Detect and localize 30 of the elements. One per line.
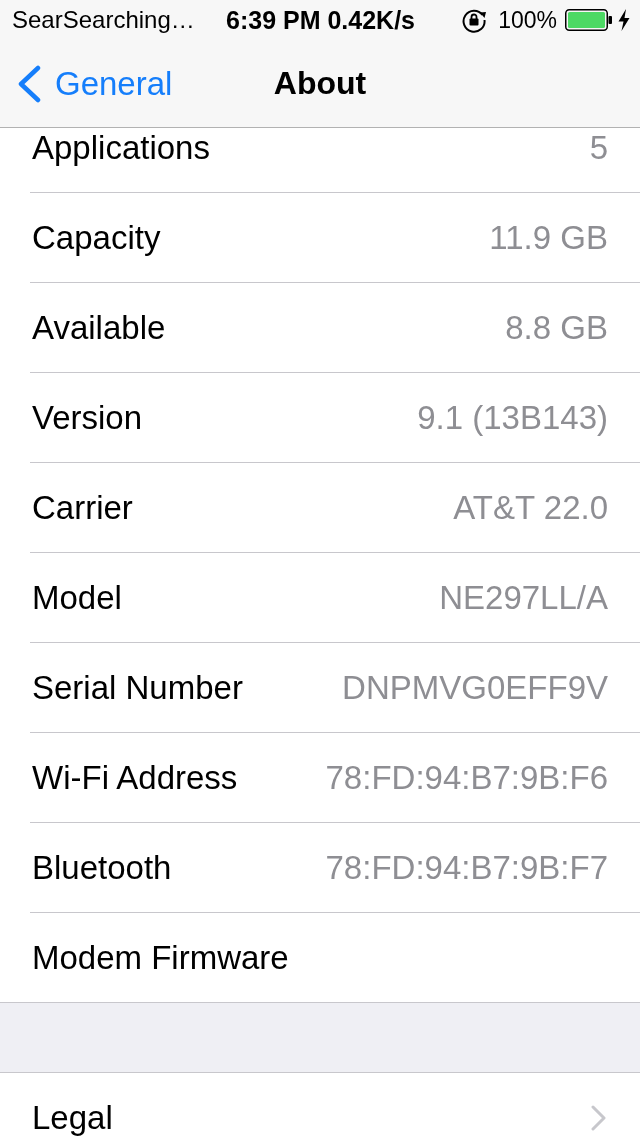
- row-label: Available: [32, 308, 166, 347]
- row-value: 5: [589, 128, 608, 167]
- chevron-left-icon: [16, 64, 42, 103]
- row-value: 8.8 GB: [505, 308, 608, 347]
- row-label: Version: [32, 398, 143, 437]
- row-label: Serial Number: [32, 668, 243, 707]
- row-value: 78:FD:94:B7:9B:F7: [325, 848, 608, 887]
- chevron-right-icon: [591, 1104, 606, 1131]
- row-label: Capacity: [32, 218, 161, 257]
- battery-percent: 100%: [498, 6, 557, 34]
- nav-title: About: [273, 65, 367, 102]
- row-label: Carrier: [32, 488, 133, 527]
- row-label: Modem Firmware: [32, 938, 289, 977]
- row-value: 78:FD:94:B7:9B:F6: [325, 758, 608, 797]
- row-label: Model: [32, 578, 122, 617]
- status-time: 6:39 PM 0.42K/s: [226, 5, 415, 35]
- row-value: 9.1 (13B143): [417, 398, 608, 437]
- row-value: NE297LL/A: [439, 578, 608, 617]
- battery-icon: [565, 9, 612, 31]
- charging-bolt-icon: [618, 9, 630, 31]
- disclosure-row[interactable]: Legal: [0, 1073, 640, 1136]
- carrier-text: SearSearching…: [12, 6, 196, 34]
- orientation-lock-icon: [461, 7, 488, 33]
- row-label: Applications: [32, 128, 210, 167]
- row-label: Bluetooth: [32, 848, 172, 887]
- row-value: DNPMVG0EFF9V: [342, 668, 608, 707]
- row-value: AT&T 22.0: [453, 488, 608, 527]
- row-value: 11.9 GB: [489, 218, 608, 257]
- row-label: Wi-Fi Address: [32, 758, 238, 797]
- back-button[interactable]: General: [16, 64, 173, 103]
